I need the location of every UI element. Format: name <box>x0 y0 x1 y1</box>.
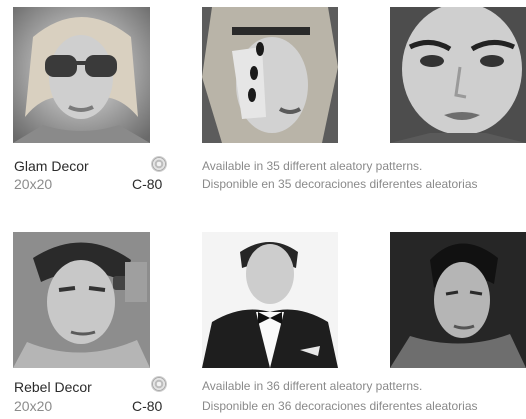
product-code: C-80 <box>132 398 163 414</box>
photo-woman-sunglasses <box>13 7 150 143</box>
photo-woman-closeup-face <box>390 7 526 143</box>
photo-man-bare-shoulders-watch <box>13 232 150 368</box>
product-size: 20x20 <box>14 176 53 192</box>
availability-text-en: Available in 36 different aleatory patte… <box>202 379 423 393</box>
availability-text-en: Available in 35 different aleatory patte… <box>202 159 423 173</box>
product-name: Rebel Decor <box>14 379 92 395</box>
tile-swatch-icon <box>152 157 166 171</box>
availability-text-es: Disponible en 36 decoraciones diferentes… <box>202 399 478 413</box>
product-code: C-80 <box>132 176 163 192</box>
photo-woman-hand-over-face <box>202 7 338 143</box>
product-name: Glam Decor <box>14 158 89 174</box>
tile-swatch-icon <box>152 377 166 391</box>
photo-man-tuxedo-bowtie <box>202 232 338 368</box>
product-size: 20x20 <box>14 398 53 414</box>
availability-text-es: Disponible en 35 decoraciones diferentes… <box>202 177 478 191</box>
photo-man-dark-hair <box>390 232 526 368</box>
